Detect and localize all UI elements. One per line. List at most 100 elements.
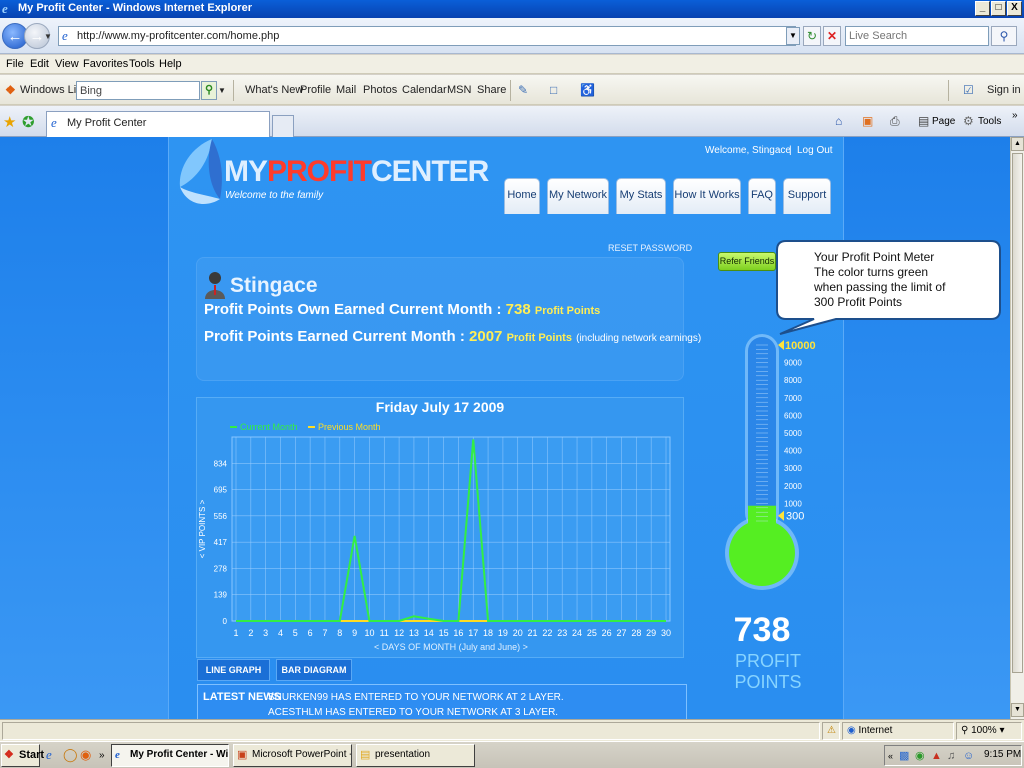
- link-share[interactable]: Share: [477, 84, 506, 96]
- task-my-profit-center[interactable]: e My Profit Center - Wi...: [111, 744, 229, 767]
- own-points-value: 738: [505, 301, 531, 318]
- menu-file[interactable]: File: [6, 58, 24, 70]
- zoom-icon: ⚲: [961, 725, 969, 736]
- sign-in-link[interactable]: Sign in: [987, 84, 1021, 96]
- chart-x-tick-label: 23: [557, 628, 567, 638]
- task-powerpoint[interactable]: ▣ Microsoft PowerPoint - [...: [233, 744, 352, 767]
- meter-scale-label: 1000: [784, 499, 802, 508]
- bing-search-input[interactable]: [76, 81, 200, 100]
- page-menu[interactable]: Page: [932, 116, 955, 127]
- print-icon[interactable]: ⎙: [890, 114, 900, 129]
- outlook-quicklaunch-icon[interactable]: ◯: [63, 747, 78, 763]
- feeds-icon[interactable]: ▣: [862, 114, 873, 128]
- start-button[interactable]: ❖ Start: [1, 744, 44, 767]
- scroll-down-icon[interactable]: ▼: [1011, 703, 1024, 717]
- address-dropdown-icon[interactable]: ▼: [786, 27, 800, 45]
- nav-support[interactable]: Support: [783, 178, 831, 214]
- menu-favorites[interactable]: Favorites: [83, 58, 128, 70]
- scroll-up-icon[interactable]: ▲: [1011, 137, 1024, 151]
- chart-x-tick-label: 30: [661, 628, 671, 638]
- accessibility-icon[interactable]: ♿: [580, 83, 595, 97]
- line-graph-tab[interactable]: LINE GRAPH: [197, 659, 270, 681]
- link-whats-new[interactable]: What's New: [245, 84, 303, 96]
- quicklaunch-more-icon[interactable]: »: [99, 748, 105, 764]
- link-photos[interactable]: Photos: [363, 84, 397, 96]
- tray-expand-icon[interactable]: «: [888, 748, 893, 764]
- minimize-button[interactable]: _: [975, 1, 990, 16]
- link-calendar[interactable]: Calendar: [402, 84, 447, 96]
- close-button[interactable]: X: [1007, 1, 1022, 16]
- meter-label: PROFIT POINTS: [734, 651, 802, 692]
- favorites-star-icon[interactable]: ★: [3, 113, 16, 131]
- site-tagline: Welcome to the family: [225, 190, 324, 201]
- news-item: SNURKEN99 HAS ENTERED TO YOUR NETWORK AT…: [268, 692, 564, 703]
- chart-y-tick-label: 834: [214, 459, 228, 468]
- zoom-panel[interactable]: ⚲ 100% ▾: [956, 722, 1022, 740]
- chart-x-tick-label: 3: [263, 628, 268, 638]
- refresh-icon[interactable]: ↻: [803, 26, 821, 46]
- stop-icon[interactable]: ✕: [823, 26, 841, 46]
- chart-x-tick-label: 25: [587, 628, 597, 638]
- menu-help[interactable]: Help: [159, 58, 182, 70]
- scroll-thumb[interactable]: [1012, 153, 1023, 673]
- toolbar-separator: [948, 80, 949, 101]
- firefox-quicklaunch-icon[interactable]: ◉: [80, 747, 91, 763]
- chart-x-tick-label: 29: [646, 628, 656, 638]
- start-label: Start: [19, 749, 45, 761]
- meter-max-label: 10000: [785, 340, 816, 352]
- user-avatar-icon: [205, 272, 225, 299]
- tray-security-icon[interactable]: ◉: [915, 748, 925, 764]
- nav-how-it-works[interactable]: How It Works: [673, 178, 741, 214]
- live-search-input[interactable]: [845, 26, 989, 46]
- tools-gear-icon[interactable]: ⚙: [963, 114, 974, 128]
- chart-y-tick-label: 417: [214, 538, 228, 547]
- nav-my-stats[interactable]: My Stats: [616, 178, 666, 214]
- site-logo[interactable]: MYPROFITCENTER: [224, 155, 489, 189]
- search-icon[interactable]: ⚲: [991, 26, 1017, 46]
- logo-my: MY: [224, 155, 268, 188]
- tray-network-icon[interactable]: ▩: [899, 748, 909, 764]
- reset-password-link[interactable]: RESET PASSWORD: [608, 243, 692, 253]
- bing-search-icon[interactable]: ⚲: [201, 81, 217, 100]
- callout-line: when passing the limit of: [814, 280, 946, 294]
- history-dropdown-icon[interactable]: ▼: [44, 32, 52, 41]
- nav-my-network[interactable]: My Network: [547, 178, 609, 214]
- chart-x-tick-label: 16: [453, 628, 463, 638]
- spaces-icon[interactable]: ✎: [518, 83, 528, 97]
- bar-diagram-tab[interactable]: BAR DIAGRAM: [276, 659, 352, 681]
- home-icon[interactable]: ⌂: [835, 114, 842, 128]
- link-msn[interactable]: MSN: [447, 84, 471, 96]
- link-profile[interactable]: Profile: [300, 84, 331, 96]
- task-presentation-folder[interactable]: ▤ presentation: [356, 744, 475, 767]
- meter-max-marker: [778, 340, 784, 350]
- ie-quicklaunch-icon[interactable]: e: [46, 747, 52, 763]
- tray-antivirus-icon[interactable]: ▲: [931, 748, 942, 764]
- restore-button[interactable]: □: [991, 1, 1006, 16]
- nav-faq[interactable]: FAQ: [748, 178, 776, 214]
- page-content: Welcome, Stingace | Log Out MYPROFITCENT…: [0, 137, 1010, 719]
- meter-scale-label: 6000: [784, 411, 802, 420]
- link-mail[interactable]: Mail: [336, 84, 356, 96]
- menu-tools[interactable]: Tools: [129, 58, 155, 70]
- add-favorite-icon[interactable]: ✪: [22, 113, 35, 131]
- tab-my-profit-center[interactable]: e My Profit Center: [46, 111, 270, 137]
- signin-icon[interactable]: ☑: [963, 83, 974, 97]
- logout-link[interactable]: Log Out: [797, 145, 833, 156]
- chevron-right-icon[interactable]: »: [1012, 110, 1018, 121]
- menu-view[interactable]: View: [55, 58, 79, 70]
- bing-dropdown-icon[interactable]: ▼: [218, 86, 226, 95]
- menu-edit[interactable]: Edit: [30, 58, 49, 70]
- new-tab-button[interactable]: [272, 115, 294, 137]
- tools-menu[interactable]: Tools: [978, 116, 1001, 127]
- address-input[interactable]: e http://www.my-profitcenter.com/home.ph…: [58, 26, 796, 46]
- messenger-icon[interactable]: □: [550, 83, 557, 97]
- page-menu-icon[interactable]: ▤: [918, 114, 929, 128]
- tray-messenger-icon[interactable]: ☺: [963, 748, 974, 764]
- vertical-scrollbar[interactable]: ▲ ▼: [1010, 137, 1024, 719]
- meter-scale-label: 2000: [784, 482, 802, 491]
- nav-home[interactable]: Home: [504, 178, 540, 214]
- meter-scale-label: 7000: [784, 394, 802, 403]
- tray-volume-icon[interactable]: ♫: [947, 748, 955, 764]
- refer-friends-button[interactable]: Refer Friends: [718, 252, 776, 271]
- logo-leaf-icon: [179, 139, 222, 204]
